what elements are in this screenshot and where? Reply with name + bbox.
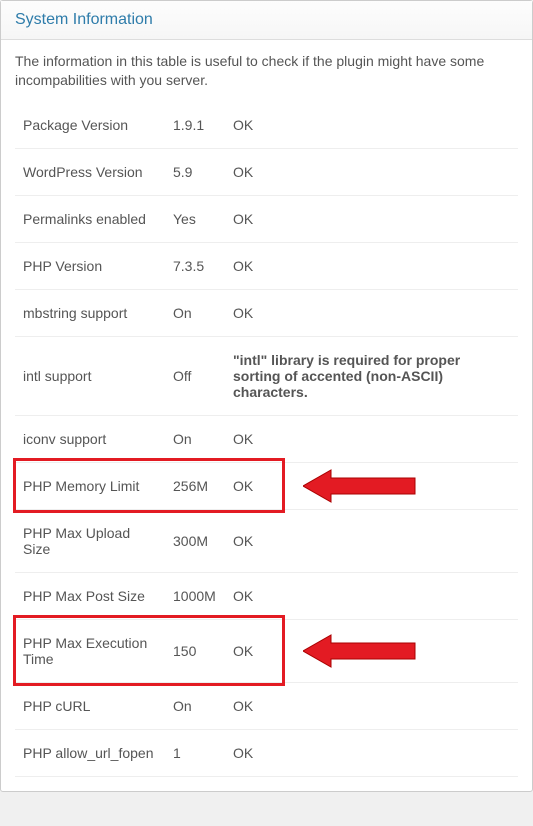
row-value: 5.9 bbox=[165, 148, 225, 195]
row-status: OK bbox=[225, 619, 518, 682]
row-value: 1 bbox=[165, 729, 225, 776]
row-status: OK bbox=[225, 415, 518, 462]
row-label: Permalinks enabled bbox=[15, 195, 165, 242]
row-label: PHP Max Execution Time bbox=[15, 619, 165, 682]
table-row: PHP Max Execution Time 150 OK bbox=[15, 619, 518, 682]
table-row: PHP Version 7.3.5 OK bbox=[15, 242, 518, 289]
row-label: mbstring support bbox=[15, 289, 165, 336]
row-status: OK bbox=[225, 148, 518, 195]
row-value: 1000M bbox=[165, 572, 225, 619]
row-value: 1.9.1 bbox=[165, 102, 225, 149]
row-status: OK bbox=[225, 462, 518, 509]
row-value: 300M bbox=[165, 509, 225, 572]
row-status: OK bbox=[225, 682, 518, 729]
table-row: mbstring support On OK bbox=[15, 289, 518, 336]
row-label: PHP Memory Limit bbox=[15, 462, 165, 509]
row-status: "intl" library is required for proper so… bbox=[225, 336, 518, 415]
table-row: PHP cURL On OK bbox=[15, 682, 518, 729]
row-label: PHP allow_url_fopen bbox=[15, 729, 165, 776]
row-status: OK bbox=[225, 102, 518, 149]
table-row: Permalinks enabled Yes OK bbox=[15, 195, 518, 242]
panel-title: System Information bbox=[1, 1, 532, 40]
panel-description: The information in this table is useful … bbox=[15, 52, 518, 90]
row-value: 7.3.5 bbox=[165, 242, 225, 289]
row-label: iconv support bbox=[15, 415, 165, 462]
row-value: On bbox=[165, 682, 225, 729]
row-status: OK bbox=[225, 509, 518, 572]
row-value: 256M bbox=[165, 462, 225, 509]
panel-body: The information in this table is useful … bbox=[1, 40, 532, 791]
row-value: On bbox=[165, 415, 225, 462]
row-label: PHP Max Post Size bbox=[15, 572, 165, 619]
row-label: Package Version bbox=[15, 102, 165, 149]
row-label: PHP Max Upload Size bbox=[15, 509, 165, 572]
system-info-panel: System Information The information in th… bbox=[0, 0, 533, 792]
table-row: WordPress Version 5.9 OK bbox=[15, 148, 518, 195]
row-label: PHP cURL bbox=[15, 682, 165, 729]
table-row: PHP Max Upload Size 300M OK bbox=[15, 509, 518, 572]
table-row: PHP allow_url_fopen 1 OK bbox=[15, 729, 518, 776]
row-label: PHP Version bbox=[15, 242, 165, 289]
row-value: Off bbox=[165, 336, 225, 415]
row-status: OK bbox=[225, 572, 518, 619]
row-status: OK bbox=[225, 242, 518, 289]
row-status: OK bbox=[225, 195, 518, 242]
system-info-table: Package Version 1.9.1 OK WordPress Versi… bbox=[15, 102, 518, 777]
table-row: PHP Max Post Size 1000M OK bbox=[15, 572, 518, 619]
row-status: OK bbox=[225, 729, 518, 776]
row-value: Yes bbox=[165, 195, 225, 242]
row-label: intl support bbox=[15, 336, 165, 415]
table-row: iconv support On OK bbox=[15, 415, 518, 462]
row-status: OK bbox=[225, 289, 518, 336]
table-row: PHP Memory Limit 256M OK bbox=[15, 462, 518, 509]
row-value: 150 bbox=[165, 619, 225, 682]
row-label: WordPress Version bbox=[15, 148, 165, 195]
row-value: On bbox=[165, 289, 225, 336]
table-row: Package Version 1.9.1 OK bbox=[15, 102, 518, 149]
table-row: intl support Off "intl" library is requi… bbox=[15, 336, 518, 415]
